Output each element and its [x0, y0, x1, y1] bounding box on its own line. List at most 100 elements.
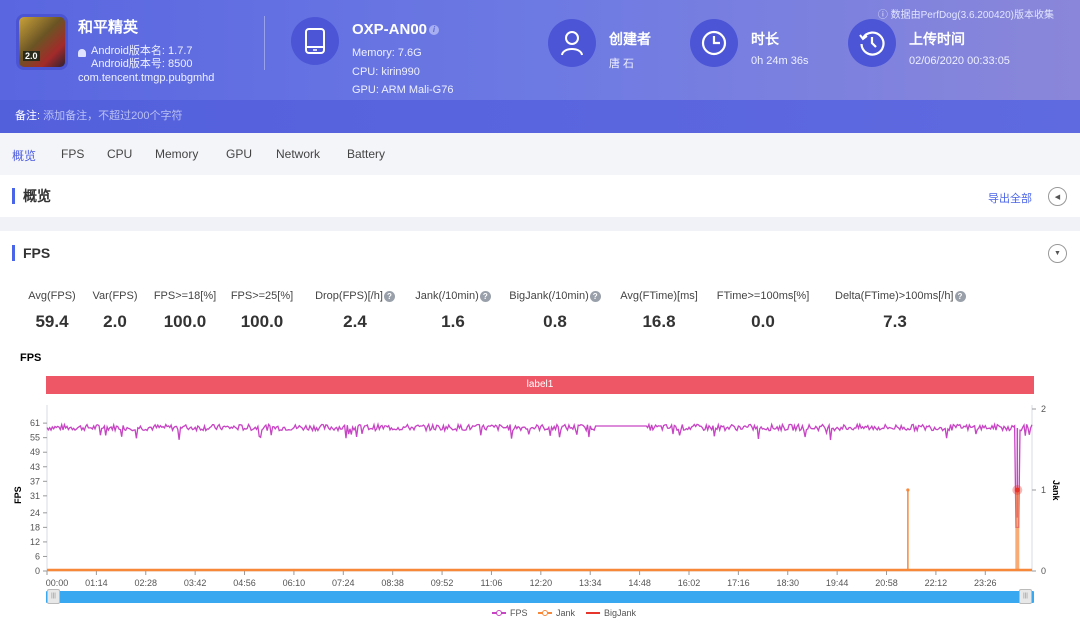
y-tick-label: 0	[35, 566, 40, 576]
android-icon	[78, 49, 86, 57]
slider-end-handle[interactable]: |||	[1019, 589, 1032, 604]
x-tick-label: 07:24	[332, 578, 355, 588]
x-tick-label: 16:02	[678, 578, 701, 588]
metric-label-text: Drop(FPS)[/h]	[315, 290, 383, 302]
metric-value: 0.8	[543, 312, 567, 331]
expand-down-icon[interactable]: ▼	[1048, 244, 1067, 263]
x-tick-label: 01:14	[85, 578, 108, 588]
metric-label: Delta(FTime)>100ms[/h]?	[835, 290, 966, 302]
overview-title: 概览	[12, 188, 51, 204]
device-gpu: GPU: ARM Mali-G76	[352, 84, 454, 96]
help-icon[interactable]: ?	[954, 290, 966, 302]
x-tick-label: 12:20	[530, 578, 553, 588]
y2-tick-label: 2	[1041, 404, 1046, 414]
legend-item-bigjank[interactable]: BigJank	[586, 608, 636, 618]
metric-label-text: FPS>=25[%]	[230, 290, 294, 302]
y-tick-label: 61	[30, 418, 40, 428]
tab-network[interactable]: Network	[276, 147, 320, 161]
history-icon	[848, 19, 896, 67]
x-tick-label: 23:26	[974, 578, 997, 588]
metric-label-text: Jank(/10min)	[415, 290, 479, 302]
legend-fps-label: FPS	[510, 608, 528, 618]
x-tick-label: 06:10	[283, 578, 306, 588]
x-tick-label: 22:12	[925, 578, 948, 588]
label-band[interactable]: label1	[46, 376, 1034, 394]
tab-overview[interactable]: 概览	[12, 147, 36, 164]
chart-title: FPS	[20, 352, 42, 364]
x-tick-label: 20:58	[875, 578, 898, 588]
notes-input[interactable]: 添加备注，不超过200个字符	[43, 110, 182, 122]
user-icon	[548, 19, 596, 67]
creator-title: 创建者	[609, 31, 651, 47]
metric-label-text: BigJank(/10min)	[509, 290, 589, 302]
tab-cpu[interactable]: CPU	[107, 147, 132, 161]
x-tick-label: 17:16	[727, 578, 750, 588]
help-icon[interactable]: ?	[479, 290, 491, 302]
y-tick-label: 37	[30, 476, 40, 486]
export-all-button[interactable]: 导出全部	[988, 190, 1032, 206]
x-tick-label: 02:28	[135, 578, 158, 588]
collapse-left-icon[interactable]: ◀	[1048, 187, 1067, 206]
notes-label: 备注:	[15, 110, 41, 122]
x-tick-label: 13:34	[579, 578, 602, 588]
creator-value: 唐 石	[609, 58, 635, 70]
duration-value: 0h 24m 36s	[751, 55, 809, 67]
y-tick-label: 6	[35, 551, 40, 561]
x-tick-label: 19:44	[826, 578, 849, 588]
legend-item-fps[interactable]: FPS	[492, 608, 528, 618]
x-tick-label: 11:06	[481, 578, 503, 588]
legend-jank-label: Jank	[556, 608, 576, 618]
fps-chart: 06121824313743495561012FPS Jank00:00 01:14…	[13, 404, 1061, 588]
app-icon-badge: 2.0	[23, 51, 40, 61]
app-icon: 2.0	[16, 14, 68, 70]
upload-value: 02/06/2020 00:33:05	[909, 55, 1010, 67]
header-divider	[264, 16, 265, 70]
metric-item: Avg(FTime)[ms] 16.8	[599, 290, 719, 332]
app-version-code: Android版本号: 8500	[91, 58, 193, 70]
device-cpu: CPU: kirin990	[352, 66, 420, 78]
clock-icon	[690, 19, 738, 67]
tablet-icon	[291, 17, 339, 65]
metric-value: 7.3	[883, 312, 907, 331]
legend-bigjank-icon	[586, 612, 600, 614]
metric-label: Avg(FTime)[ms]	[599, 290, 719, 302]
metric-label-text: Delta(FTime)>100ms[/h]	[835, 290, 954, 302]
y-tick-label: 12	[30, 537, 40, 547]
metric-value: 16.8	[642, 312, 676, 331]
y-tick-label: 18	[30, 522, 40, 532]
y-tick-label: 49	[30, 447, 40, 457]
metric-item: FTime>=100ms[%] 0.0	[703, 290, 823, 332]
device-memory: Memory: 7.6G	[352, 47, 422, 59]
fps-section-title: FPS	[12, 245, 50, 261]
x-tick-label: 14:48	[628, 578, 651, 588]
tab-gpu[interactable]: GPU	[226, 147, 252, 161]
legend-item-jank[interactable]: Jank	[538, 608, 575, 618]
device-model-text: OXP-AN00	[352, 21, 428, 38]
tab-memory[interactable]: Memory	[155, 147, 198, 161]
y2-tick-label: 1	[1041, 485, 1046, 495]
legend-bigjank-label: BigJank	[604, 608, 637, 618]
collect-note: ⓘ 数据由PerfDog(3.6.200420)版本收集	[877, 10, 1054, 21]
bigjank-point	[1014, 487, 1020, 493]
metric-item: Delta(FTime)>100ms[/h]? 7.3	[835, 290, 966, 332]
tab-battery[interactable]: Battery	[347, 147, 385, 161]
tab-fps[interactable]: FPS	[61, 147, 84, 161]
metric-value: 0.0	[751, 312, 775, 331]
legend-jank-icon	[538, 610, 552, 616]
fps-series-line	[46, 422, 1033, 529]
metric-label: FTime>=100ms[%]	[703, 290, 823, 302]
y-tick-label: 31	[30, 491, 40, 501]
slider-start-handle[interactable]: |||	[47, 589, 60, 604]
metric-label-text: FTime>=100ms[%]	[716, 290, 810, 302]
x-tick-label: 00:00	[46, 578, 69, 588]
time-range-slider[interactable]	[46, 591, 1034, 603]
x-tick-label: 03:42	[184, 578, 207, 588]
metric-item: BigJank(/10min)? 0.8	[495, 290, 615, 332]
app-name: 和平精英	[78, 19, 139, 36]
device-model: OXP-AN00 i	[352, 21, 440, 38]
y-tick-label: 43	[30, 462, 40, 472]
info-icon[interactable]: i	[429, 25, 440, 36]
metric-label-text: Avg(FTime)[ms]	[620, 290, 698, 302]
report-header: 2.0 和平精英 Android版本名: 1.7.7 Android版本号: 8…	[0, 0, 1080, 100]
x-tick-label: 08:38	[381, 578, 404, 588]
